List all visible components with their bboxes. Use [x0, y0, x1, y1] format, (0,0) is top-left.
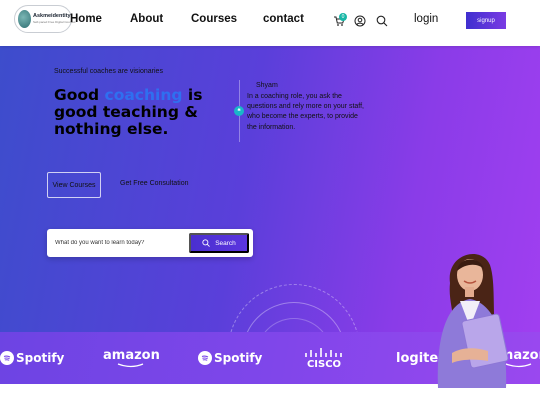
headline-highlight: coaching — [104, 86, 183, 104]
spotify-icon — [0, 351, 14, 365]
cisco-logo: CISCO — [304, 332, 344, 384]
hero-eyebrow: Successful coaches are visionaries — [54, 68, 163, 75]
amazon-logo: amazon — [103, 332, 160, 384]
spotify-icon — [198, 351, 212, 365]
cart-count-badge: 0 — [339, 13, 347, 21]
search-button[interactable]: Search — [189, 233, 249, 253]
student-woman-image — [437, 253, 509, 388]
cisco-bars-icon — [305, 347, 342, 357]
quote-icon: ❝ — [234, 106, 244, 116]
nav-link-home[interactable]: Home — [70, 13, 102, 25]
course-search-box: Search — [47, 229, 253, 257]
hero-headline: Good coaching is good teaching & nothing… — [54, 86, 203, 138]
search-icon — [202, 239, 211, 247]
brand-logo[interactable]: Askmeidentity Self-paced Free Digital Co… — [14, 5, 76, 33]
quote-author: Shyam — [256, 82, 278, 89]
quote-text: In a coaching role, you ask the question… — [247, 93, 364, 131]
view-courses-button[interactable]: View Courses — [47, 172, 101, 198]
nav-link-contact[interactable]: contact — [263, 13, 304, 25]
page: Askmeidentity Self-paced Free Digital Co… — [0, 0, 540, 405]
login-link[interactable]: login — [414, 13, 438, 25]
free-consultation-link[interactable]: Get Free Consultation — [120, 180, 188, 187]
signup-button[interactable]: signup — [466, 12, 506, 29]
spotify-logo: Spotify — [0, 332, 64, 384]
logo-mark-icon — [18, 10, 31, 28]
user-icon[interactable] — [353, 14, 366, 27]
search-icon[interactable] — [375, 14, 388, 27]
spotify-logo: Spotify — [198, 332, 262, 384]
nav-link-about[interactable]: About — [130, 13, 163, 25]
nav-link-courses[interactable]: Courses — [191, 13, 237, 25]
navbar: Askmeidentity Self-paced Free Digital Co… — [0, 0, 540, 46]
course-search-input[interactable] — [55, 237, 185, 249]
amazon-smile-icon — [118, 363, 144, 368]
